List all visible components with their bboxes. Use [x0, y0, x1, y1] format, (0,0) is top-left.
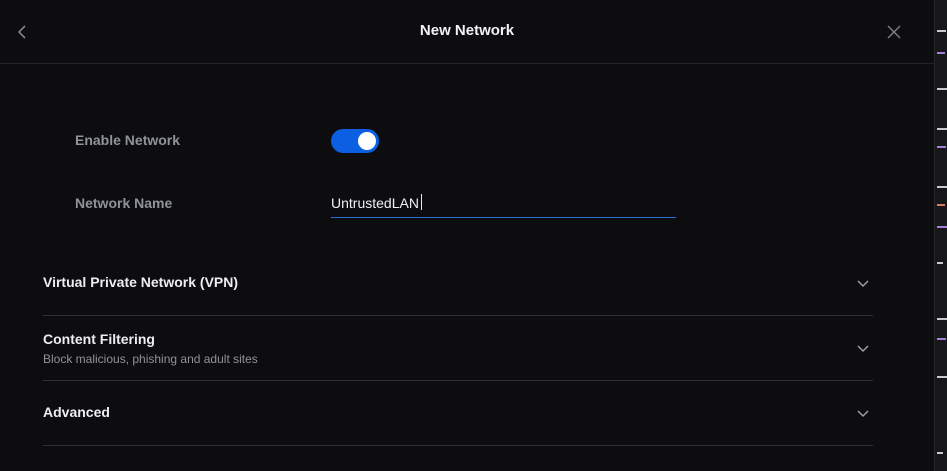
- background-editor-strip: [934, 0, 947, 471]
- section-divider: [43, 315, 873, 316]
- section-content-filtering-subtitle: Block malicious, phishing and adult site…: [43, 352, 258, 366]
- section-vpn[interactable]: Virtual Private Network (VPN): [43, 268, 873, 298]
- section-content-filtering[interactable]: Content Filtering Block malicious, phish…: [43, 328, 873, 370]
- section-content-filtering-title: Content Filtering: [43, 331, 155, 347]
- page-title: New Network: [419, 22, 515, 39]
- enable-network-toggle[interactable]: [331, 129, 379, 153]
- chevron-down-icon: [857, 345, 869, 353]
- section-advanced[interactable]: Advanced: [43, 398, 873, 428]
- panel-header: New Network: [0, 0, 934, 64]
- section-advanced-title: Advanced: [43, 404, 110, 420]
- text-caret: [421, 194, 422, 210]
- section-divider: [43, 380, 873, 381]
- section-vpn-title: Virtual Private Network (VPN): [43, 274, 239, 290]
- close-icon[interactable]: [885, 23, 903, 41]
- chevron-down-icon: [857, 280, 869, 288]
- chevron-down-icon: [857, 410, 869, 418]
- background-code-decoration: [937, 30, 947, 454]
- network-name-input[interactable]: [331, 188, 676, 218]
- new-network-panel: New Network Enable Network Network Name …: [0, 0, 934, 471]
- toggle-knob: [358, 132, 376, 150]
- network-name-label: Network Name: [75, 195, 173, 211]
- section-divider: [43, 445, 873, 446]
- enable-network-label: Enable Network: [75, 132, 181, 148]
